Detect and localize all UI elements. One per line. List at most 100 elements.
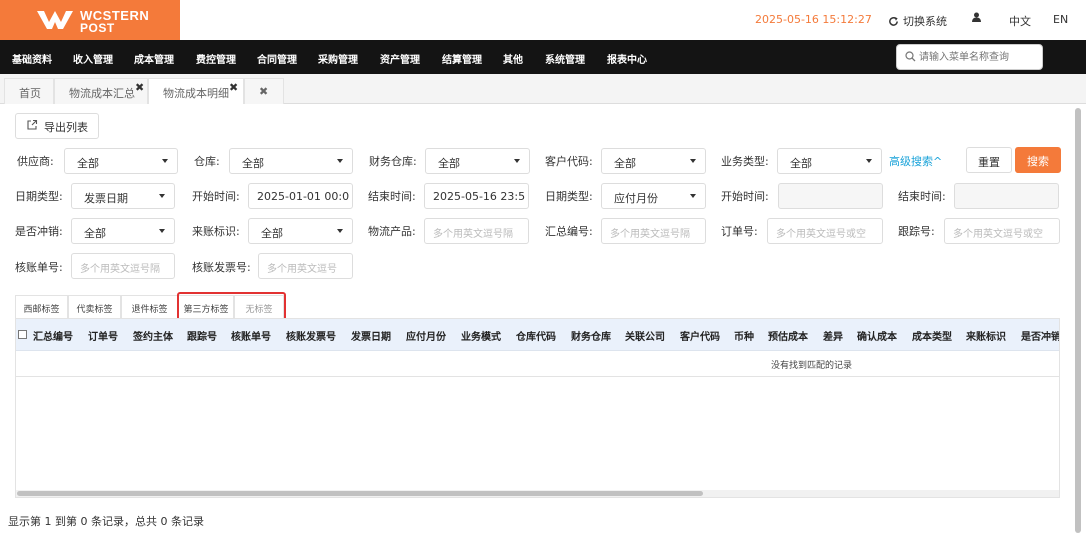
tab-westpost-label[interactable]: 西邮标签 [15,295,68,319]
col-header[interactable]: 汇总编号 [33,328,73,343]
col-header[interactable]: 差异 [823,328,843,343]
menu-search-input[interactable] [919,49,1039,66]
verify-no-input[interactable]: 多个用英文逗号隔 [71,253,175,279]
business-type-select[interactable]: 全部 [777,148,882,174]
col-header[interactable]: 仓库代码 [516,328,556,343]
table-hscrollbar[interactable] [16,490,1059,497]
page-scrollbar[interactable] [1074,104,1082,541]
bill-tag-value: 全部 [261,227,283,240]
finance-warehouse-value: 全部 [438,157,460,170]
close-icon[interactable]: ✖ [135,81,144,94]
switch-system-button[interactable]: 切换系统 [888,13,947,29]
summary-no-input[interactable]: 多个用英文逗号隔 [601,218,706,244]
top-bar: WCSTERN POST 2025-05-16 15:12:27 切换系统 中文… [0,0,1086,40]
col-header[interactable]: 业务模式 [461,328,501,343]
tab-logistics-cost-summary[interactable]: 物流成本汇总 ✖ [54,78,148,104]
end-time2-input[interactable] [954,183,1059,209]
close-icon: ✖ [259,85,269,98]
search-button[interactable]: 搜索 [1015,147,1061,173]
advanced-search-link[interactable]: 高级搜索^ [889,153,942,169]
nav-item-purchase[interactable]: 采购管理 [318,51,358,66]
col-header[interactable]: 订单号 [88,328,118,343]
table-row [16,351,1059,377]
verify-invoice-input[interactable]: 多个用英文逗号 [258,253,353,279]
col-header[interactable]: 客户代码 [680,328,720,343]
col-header[interactable]: 签约主体 [133,328,173,343]
supplier-select[interactable]: 全部 [64,148,178,174]
order-no-input[interactable]: 多个用英文逗号或空 [767,218,883,244]
brand-logo[interactable]: WCSTERN POST [0,0,180,40]
col-header[interactable]: 是否冲销 [1021,328,1059,343]
pagination-info: 显示第 1 到第 0 条记录，总共 0 条记录 [8,515,204,528]
customer-code-select[interactable]: 全部 [601,148,706,174]
start-time2-input[interactable] [778,183,883,209]
col-header[interactable]: 核账发票号 [286,328,336,343]
col-header[interactable]: 预估成本 [768,328,808,343]
logistics-product-input[interactable]: 多个用英文逗号隔 [424,218,529,244]
nav-item-asset[interactable]: 资产管理 [380,51,420,66]
export-list-button[interactable]: 导出列表 [15,113,99,139]
tab-summary-label: 物流成本汇总 [69,87,135,100]
chevron-down-icon [514,159,520,163]
col-header[interactable]: 币种 [734,328,754,343]
is-offset-select[interactable]: 全部 [71,218,175,244]
close-all-tabs-button[interactable]: ✖ [244,78,284,104]
chevron-down-icon [159,229,165,233]
col-header[interactable]: 财务仓库 [571,328,611,343]
user-menu[interactable] [972,12,981,25]
verify-invoice-label: 核账发票号: [192,261,251,274]
col-header[interactable]: 应付月份 [406,328,446,343]
col-header[interactable]: 跟踪号 [187,328,217,343]
tab-logistics-cost-detail[interactable]: 物流成本明细 ✖ [148,78,244,104]
tab-consign-label[interactable]: 代卖标签 [68,295,121,319]
bill-tag-select[interactable]: 全部 [248,218,353,244]
tracking-no-label: 跟踪号: [898,225,935,238]
tab-home[interactable]: 首页 [4,78,54,104]
export-icon [27,119,38,130]
current-datetime: 2025-05-16 15:12:27 [755,13,872,26]
nav-item-contract[interactable]: 合同管理 [257,51,297,66]
nav-item-report[interactable]: 报表中心 [607,51,647,66]
chevron-down-icon [866,159,872,163]
col-header[interactable]: 成本类型 [912,328,952,343]
nav-item-settlement[interactable]: 结算管理 [442,51,482,66]
nav-item-system[interactable]: 系统管理 [545,51,585,66]
business-type-label: 业务类型: [721,155,769,168]
date-type2-label: 日期类型: [545,190,593,203]
lang-zh-button[interactable]: 中文 [1009,13,1031,29]
date-type2-value: 应付月份 [614,192,658,205]
chevron-down-icon [159,194,165,198]
nav-item-basic[interactable]: 基础资料 [12,51,52,66]
menu-search[interactable] [896,44,1043,70]
col-header[interactable]: 确认成本 [857,328,897,343]
tab-home-label: 首页 [19,87,41,100]
col-header[interactable]: 核账单号 [231,328,271,343]
table-header: 汇总编号 订单号 签约主体 跟踪号 核账单号 核账发票号 发票日期 应付月份 业… [16,319,1059,351]
data-table: 汇总编号 订单号 签约主体 跟踪号 核账单号 核账发票号 发票日期 应付月份 业… [15,318,1060,498]
warehouse-select[interactable]: 全部 [229,148,353,174]
col-header[interactable]: 来账标识 [966,328,1006,343]
lang-en-button[interactable]: EN [1053,13,1068,26]
nav-item-cost[interactable]: 成本管理 [134,51,174,66]
col-header[interactable]: 关联公司 [625,328,665,343]
finance-warehouse-select[interactable]: 全部 [425,148,530,174]
date-type2-select[interactable]: 应付月份 [601,183,706,209]
close-icon[interactable]: ✖ [229,81,238,94]
nav-item-income[interactable]: 收入管理 [73,51,113,66]
tracking-no-input[interactable]: 多个用英文逗号或空 [944,218,1060,244]
start-time-label: 开始时间: [192,190,240,203]
export-list-label: 导出列表 [44,121,88,134]
reset-button[interactable]: 重置 [966,147,1012,173]
start-time-input[interactable]: 2025-01-01 00:0 [248,183,353,209]
date-type-select[interactable]: 发票日期 [71,183,175,209]
order-no-label: 订单号: [721,225,758,238]
end-time-input[interactable]: 2025-05-16 23:5 [424,183,529,209]
select-all-checkbox[interactable] [18,330,27,339]
tab-return-label[interactable]: 退件标签 [121,295,178,319]
col-header[interactable]: 发票日期 [351,328,391,343]
bill-tag-label: 来账标识: [192,225,240,238]
nav-item-expense[interactable]: 费控管理 [196,51,236,66]
chevron-down-icon [690,194,696,198]
start-time2-label: 开始时间: [721,190,769,203]
nav-item-other[interactable]: 其他 [503,51,523,66]
